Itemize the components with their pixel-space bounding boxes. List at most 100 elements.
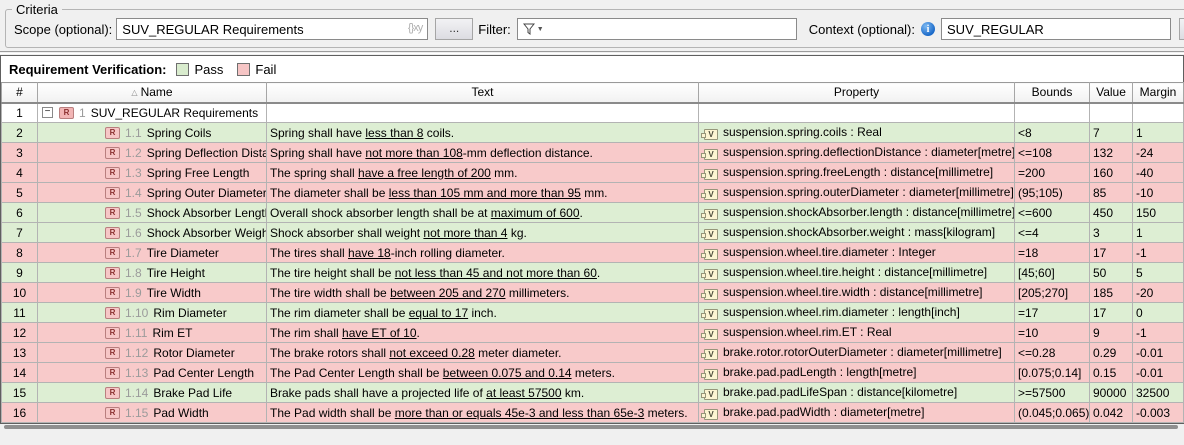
requirement-icon: R <box>105 247 120 259</box>
table-row[interactable]: 14R1.13Pad Center LengthThe Pad Center L… <box>2 363 1184 383</box>
table-row[interactable]: 15R1.14Brake Pad LifeBrake pads shall ha… <box>2 383 1184 403</box>
requirement-ref: 1.14 <box>125 386 148 400</box>
property-cell: Vsuspension.wheel.rim.diameter : length[… <box>699 303 1015 323</box>
requirement-name: Tire Width <box>147 286 201 300</box>
requirement-icon: R <box>105 127 120 139</box>
row-number: 7 <box>2 223 38 243</box>
bounds-cell: <8 <box>1015 123 1090 143</box>
criteria-title: Criteria <box>12 2 62 17</box>
text-underlined: not exceed 0.28 <box>389 346 474 360</box>
table-row[interactable]: 5R1.4Spring Outer DiameterThe diameter s… <box>2 183 1184 203</box>
context-browse-button[interactable]: ... <box>1179 18 1184 40</box>
header-margin[interactable]: Margin <box>1133 83 1184 103</box>
requirement-icon: R <box>105 147 120 159</box>
filter-icon[interactable]: ▼ <box>523 23 544 35</box>
margin-cell: -20 <box>1133 283 1184 303</box>
requirement-name: Spring Free Length <box>147 166 250 180</box>
table-row[interactable]: 8R1.7Tire DiameterThe tires shall have 1… <box>2 243 1184 263</box>
scrollbar-thumb[interactable] <box>4 425 1178 429</box>
header-name[interactable]: △Name <box>38 83 267 103</box>
property-name: suspension.spring.deflectionDistance : d… <box>723 145 1015 159</box>
header-bounds[interactable]: Bounds <box>1015 83 1090 103</box>
value-property-icon: V <box>704 389 718 400</box>
table-row[interactable]: 13R1.12Rotor DiameterThe brake rotors sh… <box>2 343 1184 363</box>
text-underlined: maximum of 600 <box>491 206 580 220</box>
table-row[interactable]: 12R1.11Rim ETThe rim shall have ET of 10… <box>2 323 1184 343</box>
text-underlined: not less than 45 and not more than 60 <box>395 266 597 280</box>
table-row[interactable]: 11R1.10Rim DiameterThe rim diameter shal… <box>2 303 1184 323</box>
table-row[interactable]: 3R1.2Spring Deflection DistanceSpring sh… <box>2 143 1184 163</box>
table-row[interactable]: 7R1.6Shock Absorber WeightShock absorber… <box>2 223 1184 243</box>
row-number: 9 <box>2 263 38 283</box>
requirement-text-cell: Brake pads shall have a projected life o… <box>267 383 699 403</box>
property-cell: Vsuspension.wheel.tire.diameter : Intege… <box>699 243 1015 263</box>
text-underlined: between 0.075 and 0.14 <box>443 366 572 380</box>
table-row[interactable]: 16R1.15Pad WidthThe Pad width shall be m… <box>2 403 1184 423</box>
text-pre: The rim shall <box>270 326 342 340</box>
requirement-name: Spring Deflection Distance <box>147 146 267 160</box>
text-pre: The Pad Center Length shall be <box>270 366 443 380</box>
requirement-ref: 1.11 <box>125 326 147 340</box>
requirement-name: Pad Center Length <box>153 366 254 380</box>
header-text[interactable]: Text <box>267 83 699 103</box>
row-number: 8 <box>2 243 38 263</box>
bounds-cell: <=600 <box>1015 203 1090 223</box>
text-post: -mm deflection distance. <box>463 146 593 160</box>
table-row[interactable]: 1−R1SUV_REGULAR Requirements <box>2 103 1184 123</box>
text-pre: Spring shall have <box>270 146 365 160</box>
table-row[interactable]: 9R1.8Tire HeightThe tire height shall be… <box>2 263 1184 283</box>
property-cell: Vsuspension.shockAbsorber.weight : mass[… <box>699 223 1015 243</box>
header-num[interactable]: # <box>2 83 38 103</box>
row-number: 5 <box>2 183 38 203</box>
requirement-icon: R <box>105 367 120 379</box>
requirements-tbody: 1−R1SUV_REGULAR Requirements2R1.1Spring … <box>2 103 1184 423</box>
requirement-icon: R <box>105 227 120 239</box>
requirement-name: Spring Coils <box>147 126 212 140</box>
criteria-groupbox: Criteria Scope (optional): SUV_REGULAR R… <box>5 2 1184 48</box>
requirement-name-cell: R1.11Rim ET <box>38 323 267 343</box>
value-cell: 9 <box>1090 323 1133 343</box>
text-post: mm. <box>581 186 608 200</box>
value-property-icon: V <box>704 249 718 260</box>
filter-input[interactable]: ▼ <box>517 18 797 40</box>
requirement-name-cell: R1.12Rotor Diameter <box>38 343 267 363</box>
requirement-name: Pad Width <box>153 406 208 420</box>
row-number: 12 <box>2 323 38 343</box>
header-value[interactable]: Value <box>1090 83 1133 103</box>
bounds-cell: [0.075;0.14] <box>1015 363 1090 383</box>
table-row[interactable]: 2R1.1Spring CoilsSpring shall have less … <box>2 123 1184 143</box>
value-cell: 160 <box>1090 163 1133 183</box>
requirement-name-cell: R1.4Spring Outer Diameter <box>38 183 267 203</box>
table-row[interactable]: 6R1.5Shock Absorber LengthOverall shock … <box>2 203 1184 223</box>
property-name: brake.rotor.rotorOuterDiameter : diamete… <box>723 345 1002 359</box>
requirement-icon: R <box>105 407 120 419</box>
text-underlined: have a free length of 200 <box>358 166 491 180</box>
collapse-icon[interactable]: − <box>42 107 53 118</box>
requirement-name-cell: R1.8Tire Height <box>38 263 267 283</box>
property-name: suspension.wheel.rim.ET : Real <box>723 325 892 339</box>
table-row[interactable]: 4R1.3Spring Free LengthThe spring shall … <box>2 163 1184 183</box>
property-cell: Vsuspension.wheel.tire.height : distance… <box>699 263 1015 283</box>
text-pre: The diameter shall be <box>270 186 389 200</box>
divider <box>0 51 1184 54</box>
text-post: meter diameter. <box>475 346 562 360</box>
property-name: suspension.wheel.tire.height : distance[… <box>723 265 987 279</box>
text-pre: The spring shall <box>270 166 358 180</box>
table-row[interactable]: 10R1.9Tire WidthThe tire width shall be … <box>2 283 1184 303</box>
fail-label: Fail <box>255 62 276 77</box>
row-number: 15 <box>2 383 38 403</box>
property-name: suspension.spring.outerDiameter : diamet… <box>723 185 1014 199</box>
horizontal-scrollbar[interactable] <box>1 424 1183 430</box>
filter-label: Filter: <box>478 22 511 37</box>
scope-input[interactable]: SUV_REGULAR Requirements {}xy <box>116 18 428 40</box>
info-icon: i <box>921 22 935 36</box>
context-input[interactable]: SUV_REGULAR <box>941 18 1171 40</box>
value-property-icon: V <box>704 149 718 160</box>
text-post: -inch rolling diameter. <box>391 246 505 260</box>
scope-browse-button[interactable]: ... <box>435 18 473 40</box>
value-cell: 17 <box>1090 303 1133 323</box>
header-property[interactable]: Property <box>699 83 1015 103</box>
requirement-name: Tire Height <box>147 266 205 280</box>
row-number: 13 <box>2 343 38 363</box>
property-name: brake.pad.padLifeSpan : distance[kilomet… <box>723 385 957 399</box>
